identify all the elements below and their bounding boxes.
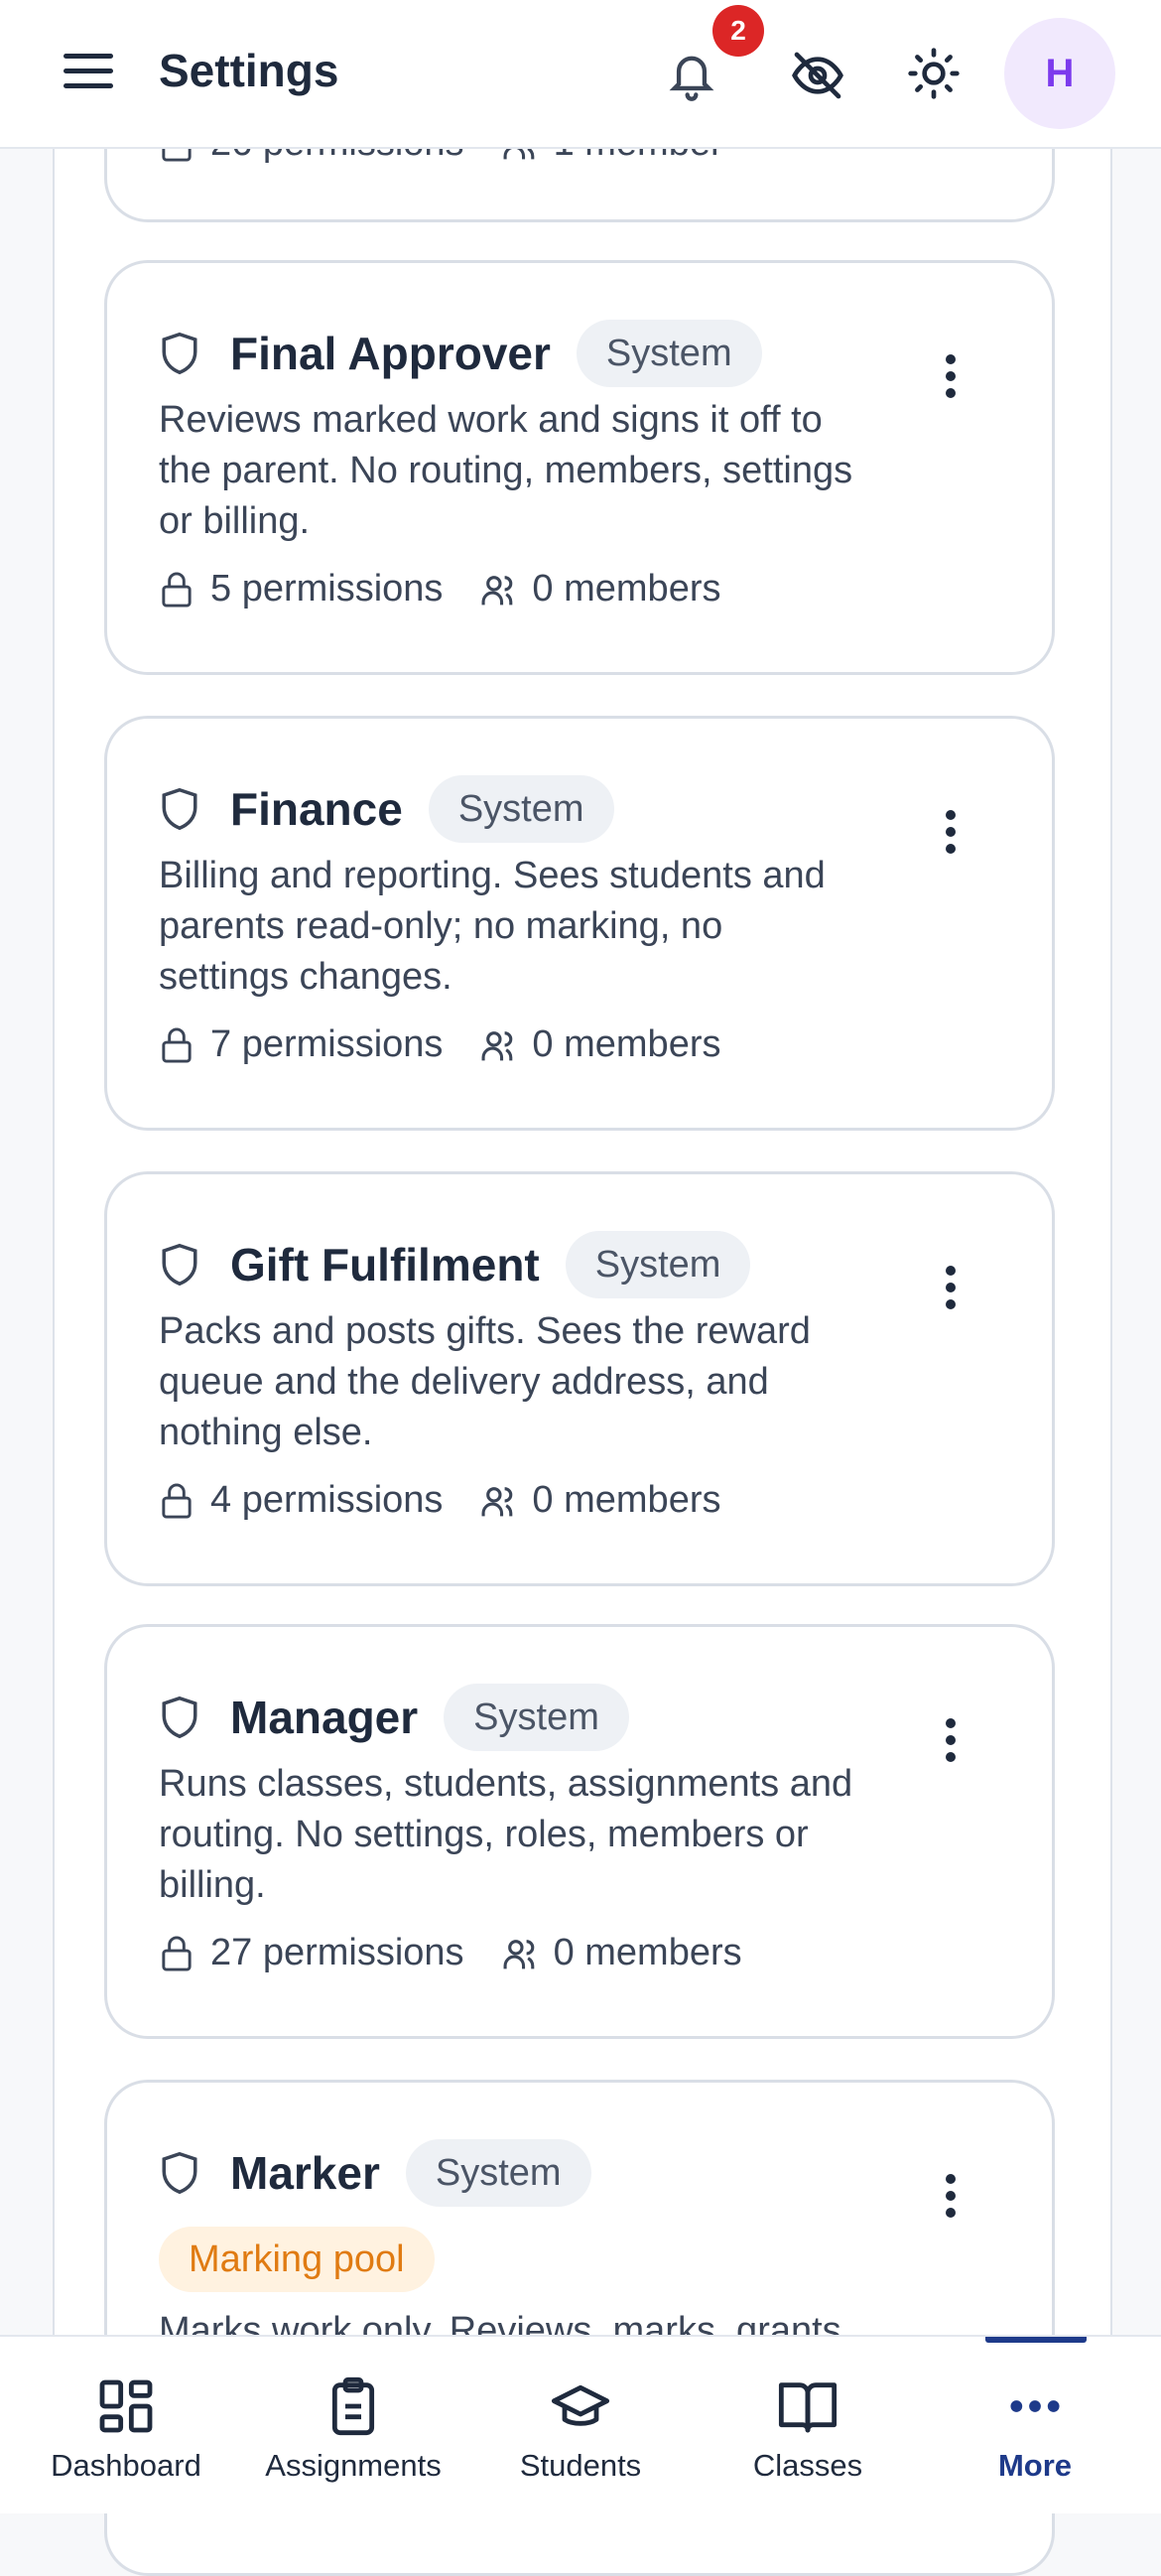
shield-icon <box>159 1694 202 1741</box>
clipboard-icon <box>322 2374 385 2438</box>
role-name: Gift Fulfilment <box>230 1239 540 1290</box>
active-tab-indicator <box>985 2337 1087 2343</box>
role-description: Billing and reporting. Sees students and… <box>159 855 826 998</box>
members-count: 0 members <box>532 568 721 610</box>
page-title: Settings <box>159 45 339 96</box>
avatar[interactable]: H <box>1004 18 1115 129</box>
lock-icon <box>159 1934 198 1973</box>
users-icon <box>480 570 520 610</box>
users-icon <box>480 1025 520 1065</box>
more-options-icon[interactable] <box>945 1266 957 1313</box>
system-badge: System <box>576 320 762 387</box>
system-badge: System <box>444 1684 629 1751</box>
system-badge: System <box>405 2139 591 2207</box>
shield-icon <box>159 1241 202 1288</box>
role-card-manager[interactable]: Manager System Runs classes, students, a… <box>104 1624 1055 2039</box>
system-badge: System <box>428 775 614 843</box>
role-description: Reviews marked work and signs it off to … <box>159 399 853 542</box>
role-name: Marker <box>230 2147 380 2199</box>
members-count: 0 members <box>532 1479 721 1521</box>
nav-label: More <box>997 2448 1073 2483</box>
role-description: Packs and posts gifts. Sees the reward q… <box>159 1310 811 1453</box>
role-title-row: Finance System <box>159 773 614 845</box>
nav-label: Assignments <box>265 2448 442 2483</box>
nav-label: Dashboard <box>51 2448 201 2483</box>
marking-pool-badge: Marking pool <box>159 2227 435 2292</box>
nav-item-more[interactable]: More <box>921 2337 1149 2515</box>
nav-label: Classes <box>752 2448 863 2483</box>
role-description: Runs classes, students, assignments and … <box>159 1763 853 1906</box>
permissions-count: 5 permissions <box>210 568 444 610</box>
more-options-icon[interactable] <box>945 810 957 858</box>
menu-icon[interactable] <box>64 52 113 91</box>
role-name: Manager <box>230 1692 419 1743</box>
role-title-row: Gift Fulfilment System <box>159 1229 751 1300</box>
users-icon <box>480 1481 520 1521</box>
role-meta: 5 permissions 0 members <box>159 568 720 610</box>
role-meta: 27 permissions 0 members <box>159 1932 742 1974</box>
shield-icon <box>159 330 202 377</box>
role-title-row: Final Approver System <box>159 318 762 389</box>
role-name: Finance <box>230 783 403 835</box>
shield-icon <box>159 785 202 833</box>
lock-icon <box>159 570 198 610</box>
top-bar: Settings 2 H <box>0 0 1161 149</box>
lock-icon <box>159 1481 198 1521</box>
lock-icon <box>159 1025 198 1065</box>
role-card-final-approver[interactable]: Final Approver System Reviews marked wor… <box>104 260 1055 675</box>
permissions-count: 4 permissions <box>210 1479 444 1521</box>
more-options-icon[interactable] <box>945 354 957 402</box>
system-badge: System <box>565 1231 751 1298</box>
nav-label: Students <box>519 2448 642 2483</box>
role-card-finance[interactable]: Finance System Billing and reporting. Se… <box>104 716 1055 1131</box>
book-icon <box>776 2374 839 2438</box>
nav-item-assignments[interactable]: Assignments <box>239 2337 467 2515</box>
nav-item-students[interactable]: Students <box>466 2337 695 2515</box>
bell-icon[interactable] <box>665 48 718 103</box>
nav-item-classes[interactable]: Classes <box>694 2337 922 2515</box>
permissions-count: 7 permissions <box>210 1023 444 1065</box>
role-card-gift-fulfilment[interactable]: Gift Fulfilment System Packs and posts g… <box>104 1171 1055 1586</box>
role-title-row: Manager System <box>159 1682 629 1753</box>
eye-off-icon[interactable] <box>790 48 845 103</box>
bottom-nav: Dashboard Assignments Students Classes M… <box>0 2335 1161 2513</box>
users-icon <box>502 1934 542 1973</box>
more-options-icon[interactable] <box>945 2174 957 2222</box>
more-dots-icon <box>1003 2374 1067 2438</box>
grid-icon <box>94 2374 158 2438</box>
members-count: 0 members <box>553 1932 742 1973</box>
shield-icon <box>159 2149 202 2197</box>
permissions-count: 27 permissions <box>210 1932 464 1973</box>
nav-item-dashboard[interactable]: Dashboard <box>12 2337 240 2515</box>
more-options-icon[interactable] <box>945 1718 957 1766</box>
role-meta: 7 permissions 0 members <box>159 1023 720 1066</box>
graduation-cap-icon <box>549 2374 612 2438</box>
sun-icon[interactable] <box>906 46 962 101</box>
role-meta: 4 permissions 0 members <box>159 1479 720 1522</box>
members-count: 0 members <box>532 1023 721 1065</box>
role-title-row: Marker System <box>159 2137 591 2209</box>
notification-badge: 2 <box>712 5 764 57</box>
role-name: Final Approver <box>230 328 551 379</box>
